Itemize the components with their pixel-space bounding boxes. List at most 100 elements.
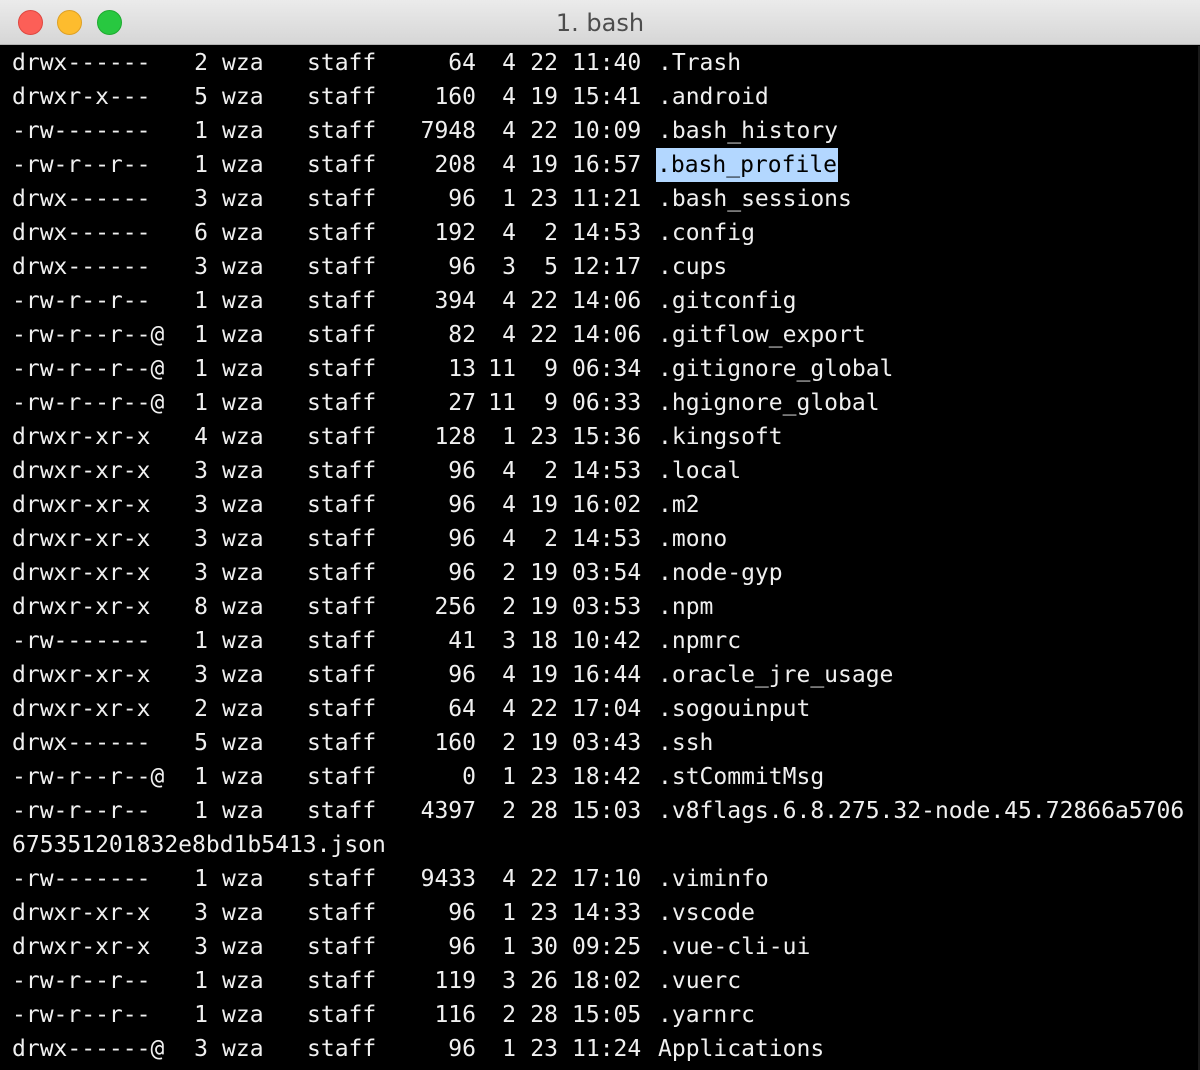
terminal-output[interactable]: drwx------ 2 wza staff 64 4 22 11:40 .Trash drwxr… xyxy=(0,46,1200,1070)
file-name[interactable]: .gitflow_export xyxy=(658,318,866,352)
month: 4 xyxy=(502,118,516,144)
file-name[interactable]: .sogouinput xyxy=(658,692,810,726)
link-count: 1 xyxy=(194,764,208,790)
day: 23 xyxy=(530,900,558,926)
file-name[interactable]: .yarnrc xyxy=(658,998,755,1032)
file-size: 96 xyxy=(448,934,476,960)
permissions: drwx------ xyxy=(12,730,151,756)
file-name[interactable]: .local xyxy=(658,454,741,488)
file-name[interactable]: Applications xyxy=(658,1032,824,1066)
permissions: drwxr-xr-x xyxy=(12,662,151,688)
time: 11:21 xyxy=(572,186,642,212)
file-size: 116 xyxy=(434,1002,476,1028)
file-name[interactable]: .ssh xyxy=(658,726,713,760)
month: 1 xyxy=(502,1036,516,1062)
file-name[interactable]: .kingsoft xyxy=(658,420,783,454)
link-count: 1 xyxy=(194,356,208,382)
owner: wza xyxy=(222,424,264,450)
time: 03:54 xyxy=(572,560,642,586)
month: 11 xyxy=(488,390,516,416)
day: 19 xyxy=(530,730,558,756)
permissions: -rw-r--r-- xyxy=(12,1002,151,1028)
month: 2 xyxy=(502,798,516,824)
permissions: -rw-r--r-- xyxy=(12,288,151,314)
file-name[interactable]: .bash_sessions xyxy=(658,182,852,216)
file-name[interactable]: .vuerc xyxy=(658,964,741,998)
file-name[interactable]: .Trash xyxy=(658,46,741,80)
day: 19 xyxy=(530,594,558,620)
file-name[interactable]: .node-gyp xyxy=(658,556,783,590)
file-size: 4397 xyxy=(420,798,476,824)
group: staff xyxy=(307,186,377,212)
group: staff xyxy=(307,730,377,756)
listing-row: drwxr-xr-x 3 wza staff 96 4 2 14:53 .mono xyxy=(0,522,1200,556)
file-name[interactable]: .gitignore_global xyxy=(658,352,893,386)
day: 30 xyxy=(530,934,558,960)
file-size: 256 xyxy=(434,594,476,620)
owner: wza xyxy=(222,118,264,144)
month: 4 xyxy=(502,526,516,552)
link-count: 5 xyxy=(194,730,208,756)
file-name[interactable]: .m2 xyxy=(658,488,700,522)
listing-row: drwx------ 5 wza staff 160 2 19 03:43 .ssh xyxy=(0,726,1200,760)
title-bar[interactable]: 1. bash xyxy=(0,0,1200,45)
day: 22 xyxy=(530,288,558,314)
link-count: 3 xyxy=(194,662,208,688)
month: 4 xyxy=(502,288,516,314)
file-size: 41 xyxy=(448,628,476,654)
day: 19 xyxy=(530,662,558,688)
file-name[interactable]: .cups xyxy=(658,250,727,284)
file-size: 0 xyxy=(462,764,476,790)
file-size: 96 xyxy=(448,662,476,688)
permissions: -rw-r--r--@ xyxy=(12,322,165,348)
time: 15:41 xyxy=(572,84,642,110)
file-name[interactable]: .config xyxy=(658,216,755,250)
day: 23 xyxy=(530,424,558,450)
file-name[interactable]: .stCommitMsg xyxy=(658,760,824,794)
file-name[interactable]: .bash_history xyxy=(658,114,838,148)
file-name[interactable]: .hgignore_global xyxy=(658,386,880,420)
listing-row: drwxr-xr-x 8 wza staff 256 2 19 03:53 .npm xyxy=(0,590,1200,624)
file-name[interactable]: .gitconfig xyxy=(658,284,796,318)
file-name[interactable]: .v8flags.6.8.275.32-node.45.72866a5706 xyxy=(658,794,1184,828)
month: 2 xyxy=(502,730,516,756)
day: 23 xyxy=(530,764,558,790)
file-size: 96 xyxy=(448,492,476,518)
file-size: 192 xyxy=(434,220,476,246)
file-name[interactable]: .mono xyxy=(658,522,727,556)
time: 15:03 xyxy=(572,798,642,824)
file-size: 96 xyxy=(448,186,476,212)
time: 18:02 xyxy=(572,968,642,994)
file-name[interactable]: .vscode xyxy=(658,896,755,930)
listing-row: drwxr-xr-x 3 wza staff 96 4 19 16:02 .m2 xyxy=(0,488,1200,522)
file-name[interactable]: .viminfo xyxy=(658,862,769,896)
owner: wza xyxy=(222,730,264,756)
link-count: 1 xyxy=(194,390,208,416)
day: 26 xyxy=(530,968,558,994)
permissions: -rw-r--r--@ xyxy=(12,390,165,416)
file-name[interactable]: .npm xyxy=(658,590,713,624)
group: staff xyxy=(307,662,377,688)
selected-file-name[interactable]: .bash_profile xyxy=(656,148,839,182)
listing-row: -rw------- 1 wza staff 7948 4 22 10:09 .bash_his… xyxy=(0,114,1200,148)
file-size: 7948 xyxy=(420,118,476,144)
time: 14:06 xyxy=(572,322,642,348)
group: staff xyxy=(307,798,377,824)
file-name[interactable]: .android xyxy=(658,80,769,114)
owner: wza xyxy=(222,288,264,314)
file-name[interactable]: .oracle_jre_usage xyxy=(658,658,893,692)
group: staff xyxy=(307,968,377,994)
group: staff xyxy=(307,458,377,484)
listing-row-continuation: 675351201832e8bd1b5413.json xyxy=(0,828,1200,862)
permissions: drwxr-xr-x xyxy=(12,424,151,450)
group: staff xyxy=(307,84,377,110)
listing-row: drwxr-xr-x 3 wza staff 96 4 2 14:53 .local xyxy=(0,454,1200,488)
owner: wza xyxy=(222,356,264,382)
time: 16:44 xyxy=(572,662,642,688)
file-name-continuation[interactable]: 675351201832e8bd1b5413.json xyxy=(12,828,386,862)
day: 22 xyxy=(530,50,558,76)
file-name[interactable]: .npmrc xyxy=(658,624,741,658)
link-count: 2 xyxy=(194,696,208,722)
day: 2 xyxy=(544,458,558,484)
file-name[interactable]: .vue-cli-ui xyxy=(658,930,810,964)
